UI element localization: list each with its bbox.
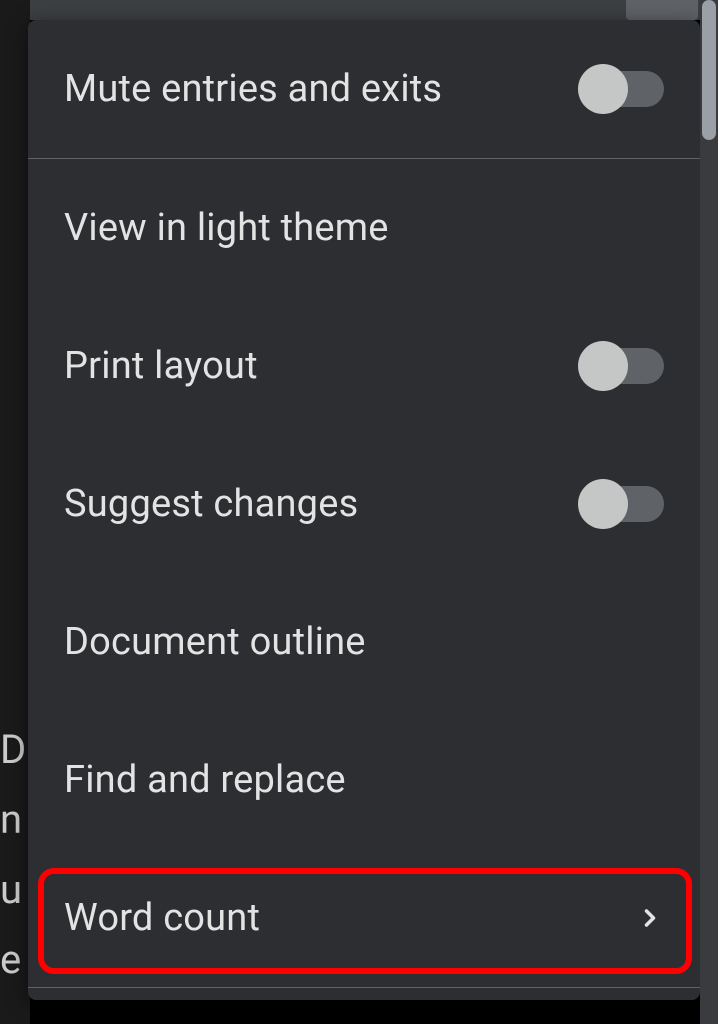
menu-item-view-light-theme[interactable]: View in light theme [28,159,700,297]
background-topbar-right [626,0,698,20]
background-document-edge: D n u e [0,0,30,1024]
menu-item-label: Find and replace [64,758,346,802]
menu-item-label: Mute entries and exits [64,67,442,111]
scrollbar-thumb[interactable] [702,0,716,140]
menu-item-label: Document outline [64,620,366,664]
menu-item-find-replace[interactable]: Find and replace [28,711,700,849]
toggle-thumb [578,479,628,529]
menu-item-document-outline[interactable]: Document outline [28,573,700,711]
menu-item-label: Word count [64,896,260,940]
toggle-suggest-changes[interactable] [584,486,664,522]
menu-item-label: Suggest changes [64,482,358,526]
menu-item-word-count[interactable]: Word count [28,849,700,987]
toggle-thumb [578,341,628,391]
menu-divider [28,987,700,988]
background-topbar [0,0,718,20]
toggle-mute-entries[interactable] [584,71,664,107]
chevron-right-icon [636,904,664,932]
toggle-print-layout[interactable] [584,348,664,384]
menu-item-suggest-changes[interactable]: Suggest changes [28,435,700,573]
toggle-thumb [578,64,628,114]
scrollbar-track[interactable] [700,0,718,1024]
overflow-menu-panel: Mute entries and exits View in light the… [28,20,700,1000]
menu-item-label: View in light theme [64,206,389,250]
menu-item-mute-entries[interactable]: Mute entries and exits [28,20,700,158]
menu-item-label: Print layout [64,344,258,388]
menu-item-print-layout[interactable]: Print layout [28,297,700,435]
